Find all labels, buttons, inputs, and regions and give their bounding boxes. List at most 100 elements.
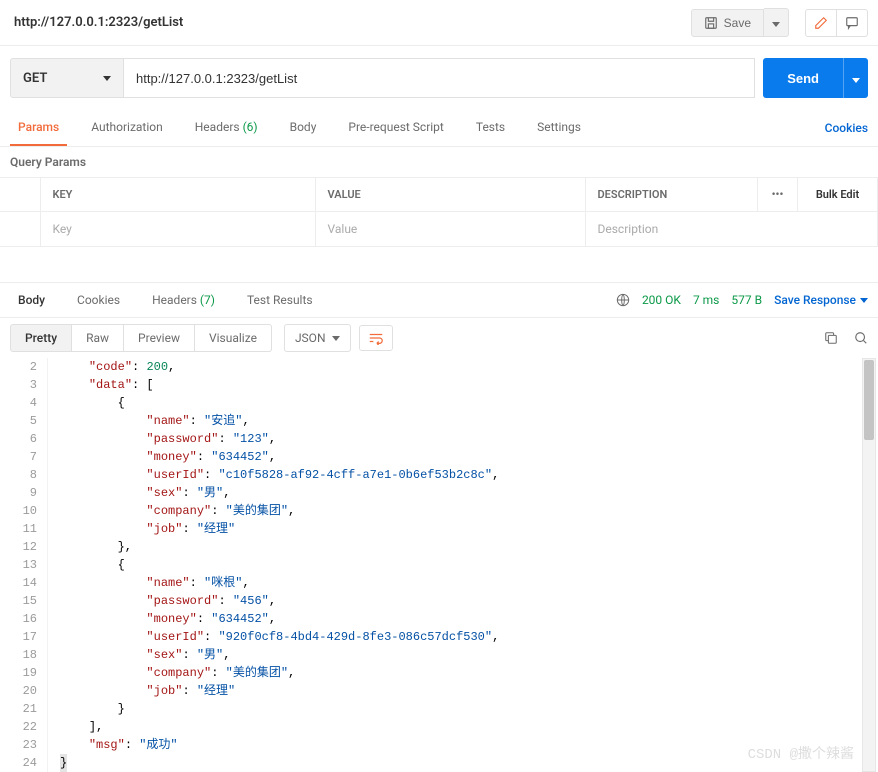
code-line: }, (60, 538, 878, 556)
response-tab-test-results[interactable]: Test Results (239, 283, 321, 317)
key-cell[interactable]: Key (40, 212, 315, 247)
request-tab-params[interactable]: Params (10, 110, 67, 146)
save-response-button[interactable]: Save Response (774, 293, 868, 307)
send-button[interactable]: Send (763, 58, 843, 98)
response-toolbar: PrettyRawPreviewVisualize JSON (0, 318, 878, 358)
checkbox-column-header (0, 178, 40, 212)
status-size: 577 B (731, 293, 762, 307)
send-dropdown[interactable] (843, 58, 868, 98)
key-column-header: KEY (40, 178, 315, 212)
format-value: JSON (295, 331, 326, 345)
response-tabs: Body Cookies Headers (7) Test Results 200 O… (0, 283, 878, 318)
header-bar: http://127.0.0.1:2323/getList Save (0, 0, 878, 46)
url-input[interactable] (124, 58, 755, 98)
chevron-down-icon (852, 78, 860, 83)
comment-icon (845, 16, 859, 30)
params-table: KEY VALUE DESCRIPTION ••• Bulk Edit Key … (0, 177, 878, 247)
globe-icon[interactable] (616, 293, 630, 307)
table-row[interactable]: Key Value Description (0, 212, 878, 247)
code-line: "job": "经理" (60, 682, 878, 700)
query-params-heading: Query Params (0, 147, 878, 177)
code-line: "sex": "男", (60, 484, 878, 502)
tab-count: (6) (240, 120, 258, 134)
toolbar-right (824, 331, 868, 345)
code-line: } (60, 700, 878, 718)
value-cell[interactable]: Value (315, 212, 585, 247)
request-row: GET Send (0, 46, 878, 110)
code-line: "data": [ (60, 376, 878, 394)
request-tab-tests[interactable]: Tests (468, 110, 513, 146)
request-tab-pre-request-script[interactable]: Pre-request Script (340, 110, 451, 146)
code-line: "company": "美的集团", (60, 664, 878, 682)
save-button[interactable]: Save (691, 9, 764, 37)
code-line: "userId": "c10f5828-af92-4cff-a7e1-0b6ef… (60, 466, 878, 484)
request-tab-body[interactable]: Body (282, 110, 325, 146)
code-line: "name": "咪根", (60, 574, 878, 592)
response-status: 200 OK 7 ms 577 B Save Response (616, 283, 868, 317)
chevron-down-icon (332, 336, 340, 341)
code-line: "money": "634452", (60, 448, 878, 466)
response-tab-body[interactable]: Body (10, 283, 53, 317)
view-tab-visualize[interactable]: Visualize (195, 324, 272, 352)
scrollbar[interactable] (862, 358, 876, 772)
request-tab-headers[interactable]: Headers (6) (187, 110, 266, 146)
pencil-icon (814, 16, 828, 30)
description-cell[interactable]: Description (585, 212, 878, 247)
search-icon (854, 331, 868, 345)
view-tab-pretty[interactable]: Pretty (10, 324, 72, 352)
view-tab-raw[interactable]: Raw (72, 324, 124, 352)
request-tabs: Params Authorization Headers (6) Body Pre-re… (0, 110, 878, 147)
wrap-toggle-button[interactable] (359, 325, 393, 351)
code-line: "code": 200, (60, 358, 878, 376)
cookies-link[interactable]: Cookies (825, 111, 868, 145)
request-response-divider (0, 247, 878, 283)
code-line: "name": "安追", (60, 412, 878, 430)
code-line: "password": "123", (60, 430, 878, 448)
chevron-down-icon (860, 298, 868, 303)
save-label: Save (724, 16, 751, 30)
copy-button[interactable] (824, 331, 838, 345)
description-column-header: DESCRIPTION (585, 178, 758, 212)
code-line: } (60, 754, 878, 772)
status-code: 200 OK (642, 293, 681, 307)
status-time: 7 ms (693, 293, 719, 307)
search-button[interactable] (854, 331, 868, 345)
row-checkbox[interactable] (0, 212, 40, 247)
code-line: { (60, 394, 878, 412)
response-body[interactable]: 23456789101112131415161718192021222324 "… (0, 358, 878, 772)
request-title: http://127.0.0.1:2323/getList (10, 15, 691, 30)
edit-group (805, 9, 868, 37)
request-tab-authorization[interactable]: Authorization (83, 110, 171, 146)
code-line: "password": "456", (60, 592, 878, 610)
code-content[interactable]: "code": 200, "data": [ { "name": "安追", "… (48, 358, 878, 772)
line-gutter: 23456789101112131415161718192021222324 (0, 358, 48, 772)
tab-count: (7) (197, 293, 215, 307)
response-tab-cookies[interactable]: Cookies (69, 283, 128, 317)
view-tab-preview[interactable]: Preview (124, 324, 195, 352)
copy-icon (824, 331, 838, 345)
scrollbar-thumb[interactable] (864, 360, 874, 440)
save-icon (704, 16, 718, 30)
value-column-header: VALUE (315, 178, 585, 212)
method-value: GET (23, 71, 47, 86)
response-tab-headers[interactable]: Headers (7) (144, 283, 223, 317)
table-header-row: KEY VALUE DESCRIPTION ••• Bulk Edit (0, 178, 878, 212)
comment-button[interactable] (837, 9, 868, 37)
format-select[interactable]: JSON (284, 324, 351, 352)
wrap-icon (368, 331, 384, 345)
code-line: { (60, 556, 878, 574)
code-line: ], (60, 718, 878, 736)
edit-button[interactable] (805, 9, 837, 37)
more-options-button[interactable]: ••• (758, 178, 798, 212)
chevron-down-icon (103, 76, 111, 81)
code-line: "msg": "成功" (60, 736, 878, 754)
save-dropdown[interactable] (764, 8, 789, 37)
request-tab-settings[interactable]: Settings (529, 110, 589, 146)
code-line: "money": "634452", (60, 610, 878, 628)
code-line: "sex": "男", (60, 646, 878, 664)
code-line: "company": "美的集团", (60, 502, 878, 520)
code-line: "job": "经理" (60, 520, 878, 538)
bulk-edit-button[interactable]: Bulk Edit (798, 178, 878, 212)
method-select[interactable]: GET (10, 58, 124, 98)
code-line: "userId": "920f0cf8-4bd4-429d-8fe3-086c5… (60, 628, 878, 646)
